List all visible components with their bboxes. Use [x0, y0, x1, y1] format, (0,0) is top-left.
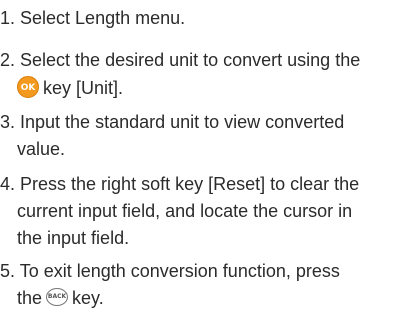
step-3-line-2: value.	[17, 139, 66, 159]
step-4-line-2: current input field, and locate the curs…	[17, 201, 353, 221]
step-5-line-2-text-b: key.	[72, 288, 104, 308]
step-1-line-1: 1. Select Length menu.	[0, 8, 186, 28]
step-5-line-2-text-a: the	[17, 288, 43, 308]
step-4-line-3: the input field.	[17, 228, 130, 248]
ok-key-icon: OK	[17, 76, 39, 99]
step-5-line-1: 5. To exit length conversion function, p…	[0, 261, 340, 281]
step-2-line-2: OK key [Unit].	[17, 76, 123, 100]
step-4-line-1: 4. Press the right soft key [Reset] to c…	[0, 174, 360, 194]
step-2-line-2-text: key [Unit].	[43, 78, 124, 98]
step-3-line-1: 3. Input the standard unit to view conve…	[0, 112, 345, 132]
back-key-icon: BACK	[46, 288, 69, 307]
step-2-line-1: 2. Select the desired unit to convert us…	[0, 50, 361, 70]
step-5-line-2: the BACK key.	[17, 286, 104, 310]
